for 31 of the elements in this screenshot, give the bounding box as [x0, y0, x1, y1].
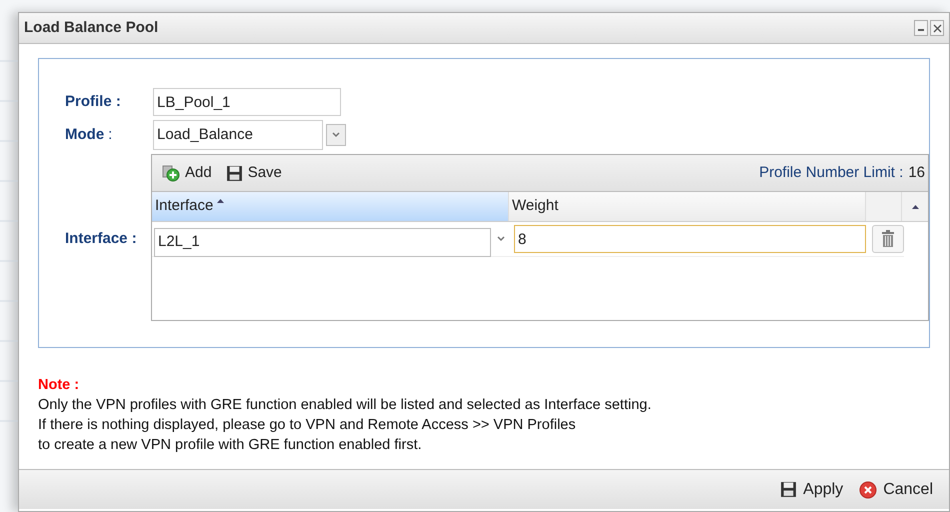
- column-header: [866, 192, 902, 221]
- delete-button[interactable]: [872, 225, 904, 253]
- save-button[interactable]: Save: [226, 162, 282, 184]
- minimize-button[interactable]: [914, 20, 928, 36]
- limit-value: 16: [908, 162, 925, 183]
- close-icon: [932, 24, 942, 32]
- add-icon: [162, 164, 180, 182]
- profile-label: Profile :: [65, 92, 122, 112]
- note-text: to create a new VPN profile with GRE function enabled first.: [38, 436, 423, 455]
- cancel-button[interactable]: Cancel: [859, 478, 933, 502]
- note-text: If there is nothing displayed, please go to VPN and Remote Access >> VPN Profiles: [38, 416, 577, 435]
- mode-label: Mode: [65, 124, 104, 145]
- cancel-icon: [859, 480, 878, 498]
- caret-icon: [332, 132, 340, 138]
- interface-label: Interface :: [65, 229, 138, 249]
- note-text: Only the VPN profiles with GRE function enabled will be listed and selected as Interface setting.: [38, 396, 652, 415]
- trash-icon: [881, 230, 895, 248]
- mode-colon: :: [108, 124, 112, 145]
- add-button[interactable]: Add: [162, 162, 212, 184]
- sort-arrow-icon: [217, 199, 224, 203]
- window-title: Load Balance Pool: [24, 18, 158, 38]
- limit-label: Profile Number Limit :: [759, 162, 904, 183]
- column-header[interactable]: Weight: [509, 192, 866, 221]
- close-button[interactable]: [930, 20, 944, 36]
- apply-button[interactable]: Apply: [780, 478, 844, 502]
- weight-input[interactable]: 8: [514, 225, 866, 253]
- column-header[interactable]: Interface: [152, 192, 509, 221]
- note-title: Note :: [38, 376, 80, 395]
- caret-icon: [497, 236, 505, 242]
- arrow-up-icon: [912, 204, 918, 208]
- profile-input[interactable]: LB_Pool_1: [153, 88, 341, 116]
